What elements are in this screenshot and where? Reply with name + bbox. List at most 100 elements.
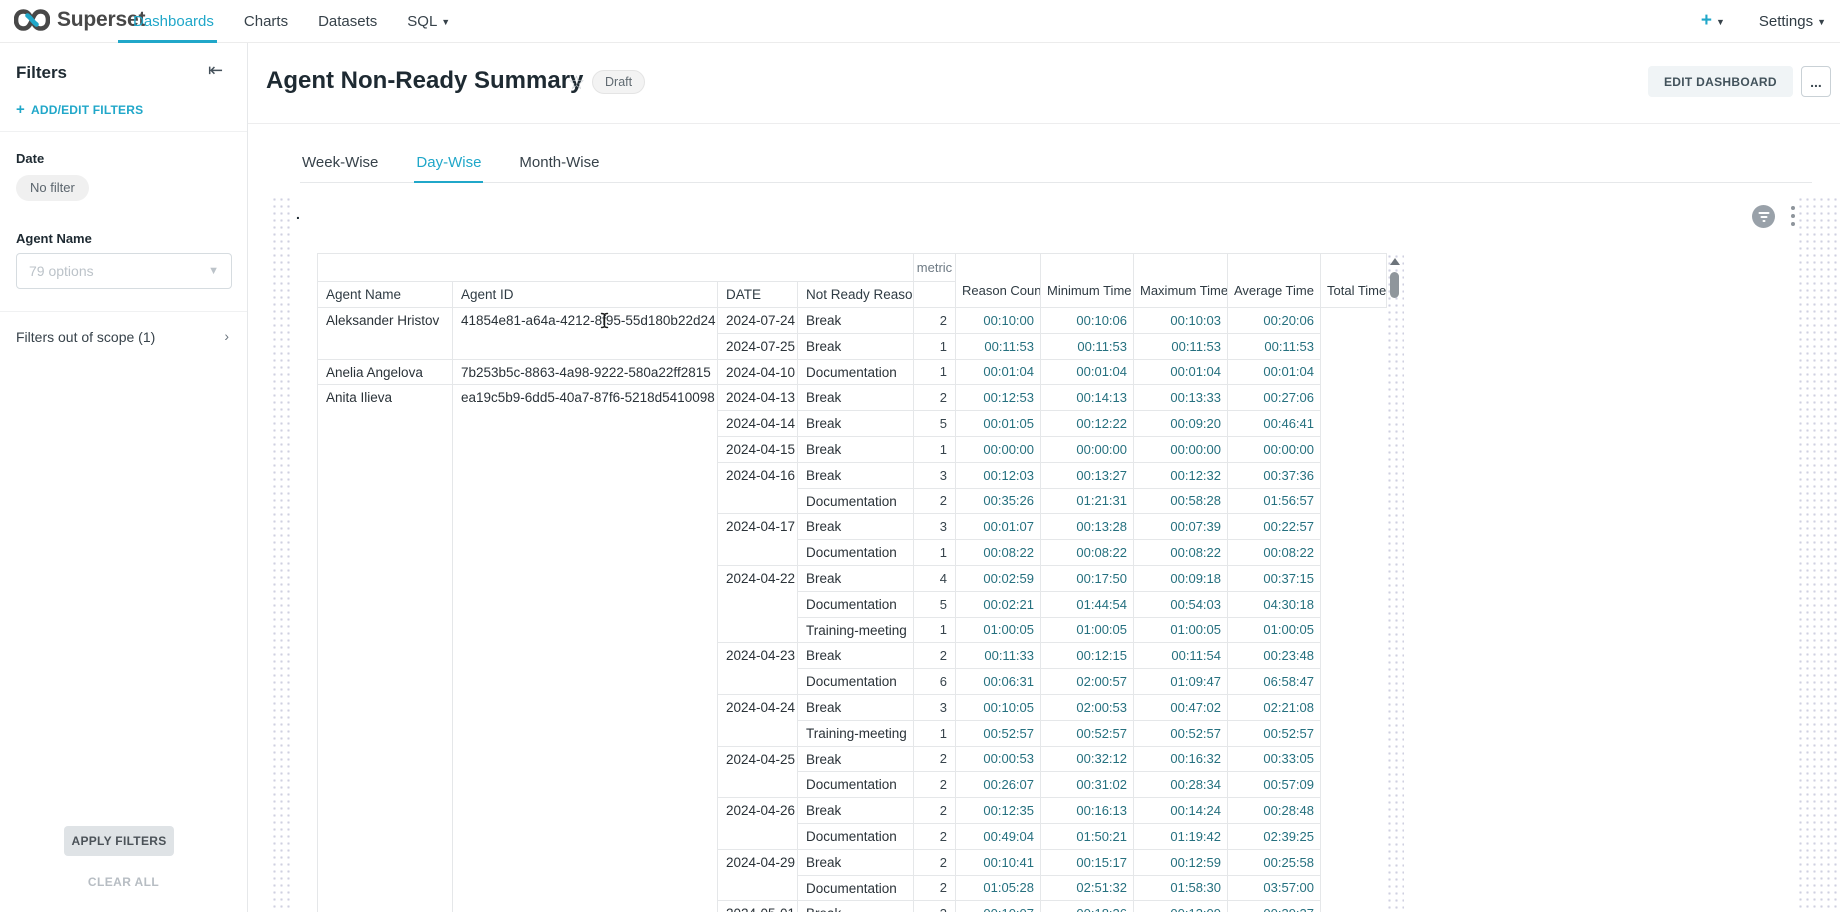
table-scrollbar[interactable] (1386, 253, 1404, 912)
reason-cell: Break (798, 746, 914, 772)
table-row: Anelia Angelova7b253b5c-8863-4a98-9222-5… (318, 359, 1387, 385)
reason-count-cell: 3 (914, 462, 956, 488)
active-nav-underline (118, 40, 217, 43)
avg-time-cell: 00:00:00 (1134, 436, 1228, 462)
min-time-cell: 00:10:07 (956, 901, 1041, 912)
scroll-up-arrow-icon[interactable] (1390, 258, 1400, 265)
clear-all-button[interactable]: CLEAR ALL (0, 875, 247, 889)
date-cell: 2024-04-23 (718, 643, 798, 695)
max-time-cell: 00:01:04 (1041, 359, 1134, 385)
reason-count-cell: 2 (914, 823, 956, 849)
total-time-cell: 00:20:06 (1228, 308, 1321, 334)
avg-time-cell: 00:14:24 (1134, 798, 1228, 824)
agent-name-cell: Anelia Angelova (318, 359, 453, 385)
status-badge: Draft (592, 70, 645, 94)
total-time-cell: 00:23:48 (1228, 643, 1321, 669)
min-time-cell: 00:10:41 (956, 849, 1041, 875)
navbar-right: +▼ Settings▼ (1701, 0, 1826, 42)
date-cell: 2024-05-01 (718, 901, 798, 912)
nav-item-datasets[interactable]: Datasets (318, 13, 377, 30)
reason-cell: Break (798, 333, 914, 359)
max-time-cell: 00:12:22 (1041, 411, 1134, 437)
filters-sidebar: Filters ⇤ +ADD/EDIT FILTERS Date No filt… (0, 43, 248, 912)
dashboard-gutter-right (1797, 196, 1840, 912)
agent-id-cell: 7b253b5c-8863-4a98-9222-580a22ff2815 (453, 359, 718, 385)
reason-count-cell: 2 (914, 643, 956, 669)
reason-cell: Documentation (798, 540, 914, 566)
collapse-panel-icon[interactable]: ⇤ (208, 60, 223, 81)
avg-time-cell: 00:54:03 (1134, 591, 1228, 617)
new-item-button[interactable]: +▼ (1701, 10, 1725, 32)
total-time-cell: 04:30:18 (1228, 591, 1321, 617)
max-time-cell: 00:32:12 (1041, 746, 1134, 772)
tab-week-wise[interactable]: Week-Wise (300, 146, 380, 182)
divider (0, 311, 247, 312)
filters-out-of-scope-toggle[interactable]: Filters out of scope (1) › (0, 319, 247, 359)
reason-cell: Documentation (798, 669, 914, 695)
top-navbar: Superset Dashboards Charts Datasets SQL▼… (0, 0, 1840, 43)
total-time-cell: 00:28:48 (1228, 798, 1321, 824)
total-time-cell: 06:58:47 (1228, 669, 1321, 695)
settings-menu[interactable]: Settings▼ (1759, 13, 1826, 30)
avg-time-cell: 00:16:32 (1134, 746, 1228, 772)
reason-count-cell: 3 (914, 694, 956, 720)
total-time-cell: 00:22:57 (1228, 514, 1321, 540)
reason-count-cell: 1 (914, 720, 956, 746)
max-time-cell: 00:31:02 (1041, 772, 1134, 798)
reason-count-cell: 1 (914, 333, 956, 359)
min-time-cell: 00:08:22 (956, 540, 1041, 566)
column-header-minimum-time: Minimum Time (1041, 254, 1134, 308)
dashboard-tabs: Week-Wise Day-Wise Month-Wise (300, 147, 1812, 183)
dashboard-title: Agent Non-Ready Summary (266, 67, 583, 95)
date-cell: 2024-04-16 (718, 462, 798, 514)
max-time-cell: 00:52:57 (1041, 720, 1134, 746)
divider (0, 131, 247, 132)
max-time-cell: 00:16:13 (1041, 798, 1134, 824)
header-corner-cell (318, 254, 914, 282)
superset-logo[interactable]: Superset (14, 7, 145, 33)
min-time-cell: 00:06:31 (956, 669, 1041, 695)
reason-count-cell: 3 (914, 901, 956, 912)
pivot-table-container: metric Reason Count Minimum Time Maximum… (317, 253, 1387, 912)
applied-filters-indicator-icon[interactable] (1752, 205, 1775, 228)
max-time-cell: 00:17:50 (1041, 565, 1134, 591)
more-options-button[interactable]: ... (1801, 66, 1831, 97)
nav-item-sql[interactable]: SQL▼ (407, 13, 450, 30)
reason-count-cell: 2 (914, 385, 956, 411)
date-cell: 2024-04-26 (718, 798, 798, 850)
avg-time-cell: 00:47:02 (1134, 694, 1228, 720)
reason-cell: Break (798, 901, 914, 912)
tab-day-wise[interactable]: Day-Wise (414, 146, 483, 183)
edit-dashboard-button[interactable]: EDIT DASHBOARD (1648, 66, 1793, 97)
avg-time-cell: 01:58:30 (1134, 875, 1228, 901)
plus-icon: + (16, 101, 25, 118)
total-time-cell: 00:37:36 (1228, 462, 1321, 488)
min-time-cell: 00:12:35 (956, 798, 1041, 824)
nav-item-charts[interactable]: Charts (244, 13, 288, 30)
max-time-cell: 01:50:21 (1041, 823, 1134, 849)
reason-cell: Training-meeting (798, 720, 914, 746)
date-filter-value-badge[interactable]: No filter (16, 175, 89, 201)
date-cell: 2024-04-10 (718, 359, 798, 385)
scrollbar-thumb[interactable] (1390, 272, 1399, 298)
reason-count-cell: 1 (914, 359, 956, 385)
avg-time-cell: 00:08:22 (1134, 540, 1228, 566)
total-time-cell: 00:46:41 (1228, 411, 1321, 437)
superset-dashboard-page: Superset Dashboards Charts Datasets SQL▼… (0, 0, 1840, 912)
reason-count-cell: 1 (914, 540, 956, 566)
agent-name-select[interactable]: 79 options ▼ (16, 253, 232, 289)
max-time-cell: 00:13:28 (1041, 514, 1134, 540)
total-time-cell: 00:33:05 (1228, 746, 1321, 772)
reason-cell: Break (798, 462, 914, 488)
apply-filters-button[interactable]: APPLY FILTERS (64, 826, 174, 856)
avg-time-cell: 00:09:18 (1134, 565, 1228, 591)
nav-item-dashboards[interactable]: Dashboards (133, 13, 214, 30)
reason-cell: Break (798, 798, 914, 824)
agent-name-cell: Aleksander Hristov (318, 308, 453, 360)
tab-month-wise[interactable]: Month-Wise (517, 146, 601, 182)
agent-name-cell: Anita Ilieva (318, 385, 453, 912)
avg-time-cell: 00:13:09 (1134, 901, 1228, 912)
add-edit-filters-button[interactable]: +ADD/EDIT FILTERS (16, 101, 143, 118)
reason-cell: Training-meeting (798, 617, 914, 643)
favorite-star-icon[interactable]: ☆ (568, 72, 585, 95)
